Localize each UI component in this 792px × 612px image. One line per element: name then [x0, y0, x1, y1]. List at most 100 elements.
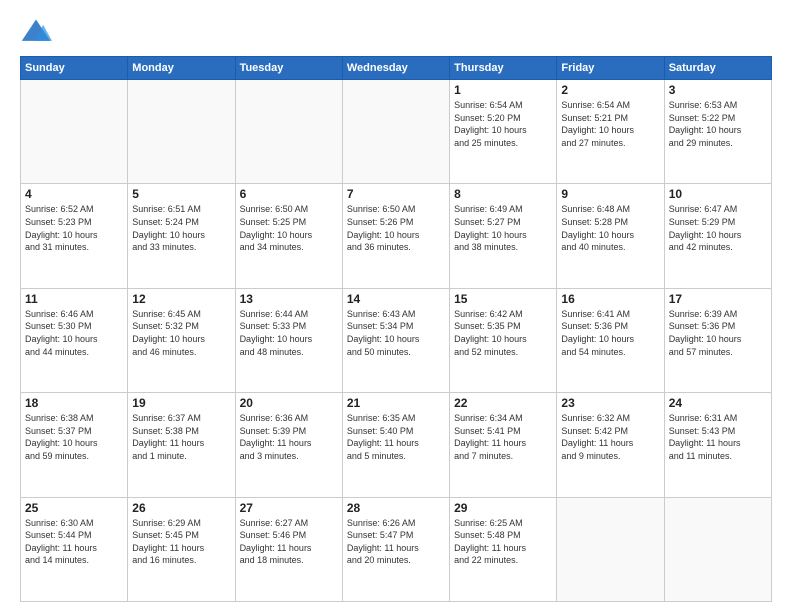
calendar-cell [342, 80, 449, 184]
day-info: Sunrise: 6:39 AM Sunset: 5:36 PM Dayligh… [669, 308, 767, 358]
day-number: 13 [240, 292, 338, 306]
calendar-cell: 25Sunrise: 6:30 AM Sunset: 5:44 PM Dayli… [21, 497, 128, 601]
calendar-week-5: 25Sunrise: 6:30 AM Sunset: 5:44 PM Dayli… [21, 497, 772, 601]
logo [20, 16, 56, 48]
calendar-header-row: SundayMondayTuesdayWednesdayThursdayFrid… [21, 57, 772, 80]
calendar-cell: 11 Sunrise: 6:46 AM Sunset: 5:30 PM Dayli… [21, 288, 128, 392]
calendar-week-3: 11 Sunrise: 6:46 AM Sunset: 5:30 PM Dayli… [21, 288, 772, 392]
day-info: Sunrise: 6:47 AM Sunset: 5:29 PM Dayligh… [669, 203, 767, 253]
calendar-week-1: 1 Sunrise: 6:54 AM Sunset: 5:20 PM Daylig… [21, 80, 772, 184]
calendar-header-sunday: Sunday [21, 57, 128, 80]
calendar-cell: 2 Sunrise: 6:54 AM Sunset: 5:21 PM Daylig… [557, 80, 664, 184]
day-info: Sunrise: 6:44 AM Sunset: 5:33 PM Dayligh… [240, 308, 338, 358]
day-info: Sunrise: 6:38 AM Sunset: 5:37 PM Dayligh… [25, 412, 123, 462]
day-number: 5 [132, 187, 230, 201]
calendar-cell: 23 Sunrise: 6:32 AM Sunset: 5:42 PM Dayli… [557, 393, 664, 497]
calendar-header-wednesday: Wednesday [342, 57, 449, 80]
day-number: 12 [132, 292, 230, 306]
day-info: Sunrise: 6:53 AM Sunset: 5:22 PM Dayligh… [669, 99, 767, 149]
calendar-header-saturday: Saturday [664, 57, 771, 80]
calendar-cell: 8 Sunrise: 6:49 AM Sunset: 5:27 PM Daylig… [450, 184, 557, 288]
day-number: 21 [347, 396, 445, 410]
day-number: 20 [240, 396, 338, 410]
calendar-cell: 19 Sunrise: 6:37 AM Sunset: 5:38 PM Dayli… [128, 393, 235, 497]
day-number: 27 [240, 501, 338, 515]
calendar-cell: 6 Sunrise: 6:50 AM Sunset: 5:25 PM Daylig… [235, 184, 342, 288]
calendar-cell: 12 Sunrise: 6:45 AM Sunset: 5:32 PM Dayli… [128, 288, 235, 392]
day-info: Sunrise: 6:25 AM Sunset: 5:48 PM Dayligh… [454, 517, 552, 567]
day-info: Sunrise: 6:35 AM Sunset: 5:40 PM Dayligh… [347, 412, 445, 462]
day-number: 6 [240, 187, 338, 201]
day-number: 18 [25, 396, 123, 410]
calendar-cell [235, 80, 342, 184]
logo-icon [20, 16, 52, 48]
calendar-cell: 27 Sunrise: 6:27 AM Sunset: 5:46 PM Dayli… [235, 497, 342, 601]
day-number: 17 [669, 292, 767, 306]
calendar-cell: 20 Sunrise: 6:36 AM Sunset: 5:39 PM Dayli… [235, 393, 342, 497]
day-info: Sunrise: 6:52 AM Sunset: 5:23 PM Dayligh… [25, 203, 123, 253]
day-info: Sunrise: 6:49 AM Sunset: 5:27 PM Dayligh… [454, 203, 552, 253]
calendar-cell: 9Sunrise: 6:48 AM Sunset: 5:28 PM Daylig… [557, 184, 664, 288]
calendar-cell: 4 Sunrise: 6:52 AM Sunset: 5:23 PM Daylig… [21, 184, 128, 288]
day-number: 11 [25, 292, 123, 306]
day-number: 26 [132, 501, 230, 515]
day-info: Sunrise: 6:34 AM Sunset: 5:41 PM Dayligh… [454, 412, 552, 462]
day-info: Sunrise: 6:50 AM Sunset: 5:26 PM Dayligh… [347, 203, 445, 253]
day-info: Sunrise: 6:31 AM Sunset: 5:43 PM Dayligh… [669, 412, 767, 462]
calendar-table: SundayMondayTuesdayWednesdayThursdayFrid… [20, 56, 772, 602]
day-info: Sunrise: 6:42 AM Sunset: 5:35 PM Dayligh… [454, 308, 552, 358]
day-number: 14 [347, 292, 445, 306]
day-info: Sunrise: 6:36 AM Sunset: 5:39 PM Dayligh… [240, 412, 338, 462]
day-number: 28 [347, 501, 445, 515]
day-info: Sunrise: 6:32 AM Sunset: 5:42 PM Dayligh… [561, 412, 659, 462]
day-number: 15 [454, 292, 552, 306]
header [20, 16, 772, 48]
calendar-week-4: 18 Sunrise: 6:38 AM Sunset: 5:37 PM Dayli… [21, 393, 772, 497]
day-number: 1 [454, 83, 552, 97]
day-info: Sunrise: 6:26 AM Sunset: 5:47 PM Dayligh… [347, 517, 445, 567]
calendar-cell: 10 Sunrise: 6:47 AM Sunset: 5:29 PM Dayli… [664, 184, 771, 288]
calendar-cell [21, 80, 128, 184]
day-info: Sunrise: 6:48 AM Sunset: 5:28 PM Dayligh… [561, 203, 659, 253]
day-info: Sunrise: 6:54 AM Sunset: 5:21 PM Dayligh… [561, 99, 659, 149]
calendar-cell: 22 Sunrise: 6:34 AM Sunset: 5:41 PM Dayli… [450, 393, 557, 497]
calendar-header-tuesday: Tuesday [235, 57, 342, 80]
day-number: 23 [561, 396, 659, 410]
calendar-cell [664, 497, 771, 601]
calendar-cell: 14 Sunrise: 6:43 AM Sunset: 5:34 PM Dayli… [342, 288, 449, 392]
calendar-cell: 18 Sunrise: 6:38 AM Sunset: 5:37 PM Dayli… [21, 393, 128, 497]
day-number: 10 [669, 187, 767, 201]
calendar-cell: 5Sunrise: 6:51 AM Sunset: 5:24 PM Daylig… [128, 184, 235, 288]
day-number: 19 [132, 396, 230, 410]
day-number: 29 [454, 501, 552, 515]
calendar-header-thursday: Thursday [450, 57, 557, 80]
day-number: 2 [561, 83, 659, 97]
day-number: 8 [454, 187, 552, 201]
calendar-cell [128, 80, 235, 184]
calendar-week-2: 4 Sunrise: 6:52 AM Sunset: 5:23 PM Daylig… [21, 184, 772, 288]
calendar-cell: 16Sunrise: 6:41 AM Sunset: 5:36 PM Dayli… [557, 288, 664, 392]
day-number: 24 [669, 396, 767, 410]
day-info: Sunrise: 6:37 AM Sunset: 5:38 PM Dayligh… [132, 412, 230, 462]
day-number: 22 [454, 396, 552, 410]
day-info: Sunrise: 6:29 AM Sunset: 5:45 PM Dayligh… [132, 517, 230, 567]
calendar-cell: 13 Sunrise: 6:44 AM Sunset: 5:33 PM Dayli… [235, 288, 342, 392]
calendar-cell: 7 Sunrise: 6:50 AM Sunset: 5:26 PM Daylig… [342, 184, 449, 288]
calendar-header-monday: Monday [128, 57, 235, 80]
day-info: Sunrise: 6:43 AM Sunset: 5:34 PM Dayligh… [347, 308, 445, 358]
day-info: Sunrise: 6:46 AM Sunset: 5:30 PM Dayligh… [25, 308, 123, 358]
day-number: 25 [25, 501, 123, 515]
calendar-cell: 28 Sunrise: 6:26 AM Sunset: 5:47 PM Dayli… [342, 497, 449, 601]
day-info: Sunrise: 6:45 AM Sunset: 5:32 PM Dayligh… [132, 308, 230, 358]
day-info: Sunrise: 6:27 AM Sunset: 5:46 PM Dayligh… [240, 517, 338, 567]
day-number: 7 [347, 187, 445, 201]
calendar-cell: 24 Sunrise: 6:31 AM Sunset: 5:43 PM Dayli… [664, 393, 771, 497]
day-number: 4 [25, 187, 123, 201]
calendar-cell: 1 Sunrise: 6:54 AM Sunset: 5:20 PM Daylig… [450, 80, 557, 184]
calendar-cell [557, 497, 664, 601]
day-info: Sunrise: 6:54 AM Sunset: 5:20 PM Dayligh… [454, 99, 552, 149]
calendar-cell: 3Sunrise: 6:53 AM Sunset: 5:22 PM Daylig… [664, 80, 771, 184]
calendar-cell: 17 Sunrise: 6:39 AM Sunset: 5:36 PM Dayli… [664, 288, 771, 392]
calendar-cell: 29 Sunrise: 6:25 AM Sunset: 5:48 PM Dayli… [450, 497, 557, 601]
day-info: Sunrise: 6:50 AM Sunset: 5:25 PM Dayligh… [240, 203, 338, 253]
